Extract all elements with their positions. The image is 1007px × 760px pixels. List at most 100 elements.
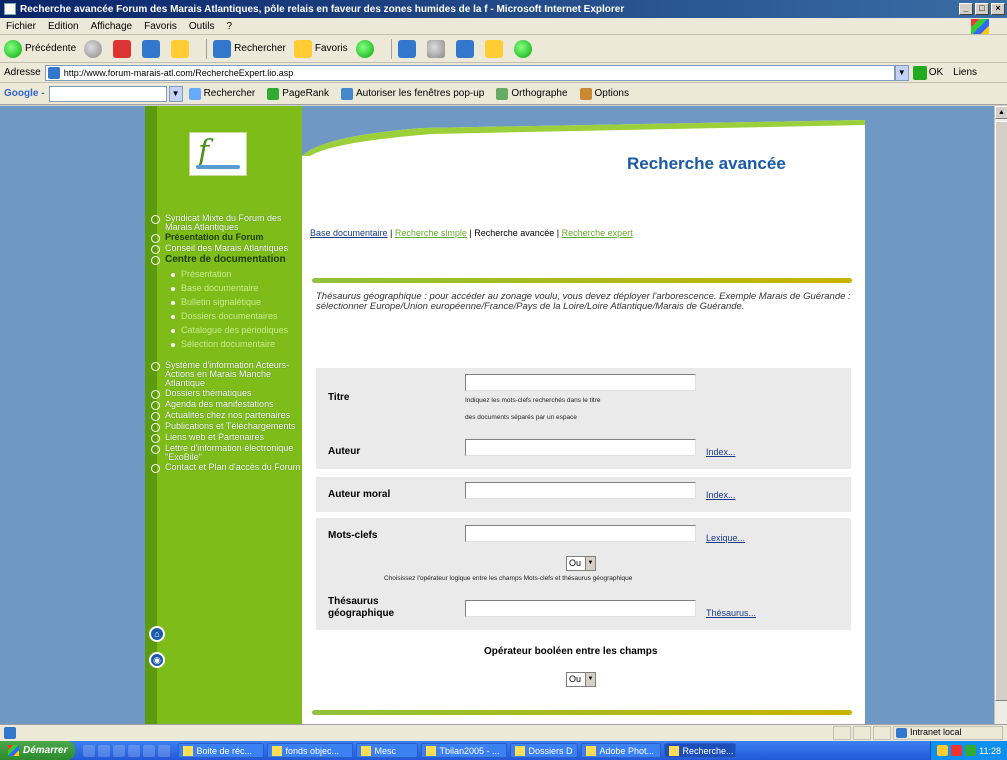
refresh-button[interactable] — [142, 39, 163, 58]
vertical-scrollbar[interactable]: ▲ — [994, 106, 1007, 724]
folder-button[interactable] — [484, 39, 506, 58]
links-button[interactable]: Liens — [953, 67, 977, 78]
quicklaunch-icon[interactable] — [143, 744, 156, 757]
spellcheck-button[interactable]: Orthographe — [496, 87, 568, 100]
task-recherche[interactable]: Recherche... — [664, 743, 737, 758]
tray-icon[interactable] — [937, 745, 949, 756]
scroll-thumb[interactable] — [995, 121, 1007, 701]
google-toolbar: Google - ▼ Rechercher PageRank Autoriser… — [0, 83, 1007, 105]
google-logo[interactable]: Google - — [4, 88, 45, 99]
popup-blocker-button[interactable]: Autoriser les fenêtres pop-up — [340, 87, 484, 100]
link-base-documentaire[interactable]: Base documentaire — [310, 228, 388, 238]
input-titre[interactable] — [465, 374, 696, 391]
minimize-button[interactable]: _ — [959, 3, 973, 15]
mail-button[interactable] — [397, 39, 419, 58]
nav-sub-catalogue[interactable]: Catalogue des périodiques — [171, 326, 301, 335]
nav-item-presentation-forum[interactable]: Présentation du Forum — [151, 233, 301, 243]
menu-fichier[interactable]: Fichier — [6, 21, 36, 32]
nav-item-centre-documentation[interactable]: Centre de documentation — [151, 255, 301, 265]
options-button[interactable]: Options — [579, 87, 629, 100]
print-button[interactable] — [426, 39, 448, 58]
nav-item-dossiers-thematiques[interactable]: Dossiers thématiques — [151, 389, 301, 399]
nav-sub-presentation[interactable]: Présentation — [171, 270, 301, 279]
link-recherche-expert[interactable]: Recherche expert — [562, 228, 633, 238]
history-button[interactable] — [355, 39, 377, 58]
google-dropdown-button[interactable]: ▼ — [168, 85, 183, 102]
forum-logo[interactable]: f — [189, 132, 247, 176]
back-button[interactable]: Précédente — [4, 39, 76, 58]
toolbar: Précédente Rechercher Favoris — [0, 35, 1007, 63]
messenger-button[interactable] — [513, 39, 535, 58]
home-circle-button[interactable]: ⌂ — [149, 626, 165, 642]
tray-icon[interactable] — [965, 745, 977, 756]
task-mesc[interactable]: Mesc — [356, 743, 419, 758]
windows-logo-icon — [971, 19, 989, 34]
quicklaunch-icon[interactable] — [158, 744, 171, 757]
maximize-button[interactable]: □ — [975, 3, 989, 15]
refresh-icon — [142, 39, 161, 58]
address-dropdown-button[interactable]: ▼ — [894, 64, 909, 81]
close-button[interactable]: × — [991, 3, 1005, 15]
nav-item-actualites[interactable]: Actualités chez nos partenaires — [151, 411, 301, 421]
task-photoshop[interactable]: Adobe Phot... — [581, 743, 662, 758]
sitemap-circle-button[interactable]: ◉ — [149, 652, 165, 668]
favorites-button[interactable]: Favoris — [293, 39, 348, 58]
nav-sub-base-documentaire[interactable]: Base documentaire — [171, 284, 301, 293]
link-lexique[interactable]: Lexique... — [706, 533, 745, 543]
input-auteur-moral[interactable] — [465, 482, 696, 499]
nav-item-syndicat[interactable]: Syndicat Mixte du Forum des Marais Atlan… — [151, 214, 301, 232]
input-thesaurus[interactable] — [465, 600, 696, 617]
tray-icon[interactable] — [951, 745, 963, 756]
nav-sub-selection[interactable]: Sélection documentaire — [171, 340, 301, 349]
nav-sub-dossiers[interactable]: Dossiers documentaires — [171, 312, 301, 321]
task-boite-reception[interactable]: Boite de réc... — [178, 743, 265, 758]
menu-outils[interactable]: Outils — [189, 21, 215, 32]
sub-bullet-icon — [171, 301, 175, 305]
nav-item-systeme-information[interactable]: Système d'information Acteurs-Actions en… — [151, 361, 301, 388]
quicklaunch-icon[interactable] — [128, 744, 141, 757]
home-button[interactable] — [171, 39, 192, 58]
link-thesaurus[interactable]: Thésaurus... — [706, 608, 756, 618]
nav-bullet-icon — [151, 401, 160, 410]
stop-button[interactable] — [113, 39, 134, 58]
link-recherche-simple[interactable]: Recherche simple — [395, 228, 467, 238]
task-fonds-objectifs[interactable]: fonds objec... — [267, 743, 354, 758]
menu-help[interactable]: ? — [226, 21, 232, 32]
pagerank-button[interactable]: PageRank — [267, 87, 329, 100]
window-title-bar[interactable]: Recherche avancée Forum des Marais Atlan… — [0, 0, 1007, 18]
quicklaunch-icon[interactable] — [113, 744, 126, 757]
quicklaunch-icon[interactable] — [83, 744, 96, 757]
link-auteur-index[interactable]: Index... — [706, 447, 736, 457]
forward-arrow-icon — [84, 39, 103, 58]
nav-item-liens[interactable]: Liens web et Partenaires — [151, 433, 301, 443]
nav-item-lettre[interactable]: Lettre d'information électronique "ExoBi… — [151, 444, 301, 462]
menu-affichage[interactable]: Affichage — [91, 21, 133, 32]
go-button[interactable]: OK — [912, 65, 943, 80]
bool-operator-select[interactable]: Ou ▼ — [566, 672, 596, 687]
quicklaunch-icon[interactable] — [98, 744, 111, 757]
forward-button[interactable] — [84, 39, 105, 58]
nav-item-agenda[interactable]: Agenda des manifestations — [151, 400, 301, 410]
edit-button[interactable] — [455, 39, 477, 58]
address-input[interactable]: http://www.forum-marais-atl.com/Recherch… — [44, 64, 895, 81]
clock[interactable]: 11:28 — [979, 746, 1001, 756]
nav-item-contact[interactable]: Contact et Plan d'accès du Forum — [151, 463, 301, 473]
menu-favoris[interactable]: Favoris — [144, 21, 177, 32]
scroll-up-button[interactable]: ▲ — [995, 106, 1007, 119]
task-tbilan[interactable]: Tbilan2005 - ... — [421, 743, 508, 758]
start-button[interactable]: Démarrer — [0, 741, 76, 760]
search-button[interactable]: Rechercher — [213, 39, 286, 58]
operator-hint: Choisissez l'opérateur logique entre les… — [384, 575, 633, 582]
nav-item-publications[interactable]: Publications et Téléchargements — [151, 422, 301, 432]
google-search-button[interactable]: Rechercher — [188, 87, 255, 100]
input-auteur[interactable] — [465, 439, 696, 456]
menu-edition[interactable]: Edition — [48, 21, 79, 32]
header-curve — [302, 106, 865, 156]
task-dossiers[interactable]: Dossiers D — [510, 743, 579, 758]
nav-sub-bulletin[interactable]: Bulletin signalétique — [171, 298, 301, 307]
link-auteur-moral-index[interactable]: Index... — [706, 490, 736, 500]
google-search-input[interactable] — [48, 85, 167, 102]
nav-item-conseil[interactable]: Conseil des Marais Atlantiques — [151, 244, 301, 254]
input-mots-clefs[interactable] — [465, 525, 696, 542]
operator-select[interactable]: Ou ▼ — [566, 556, 596, 571]
